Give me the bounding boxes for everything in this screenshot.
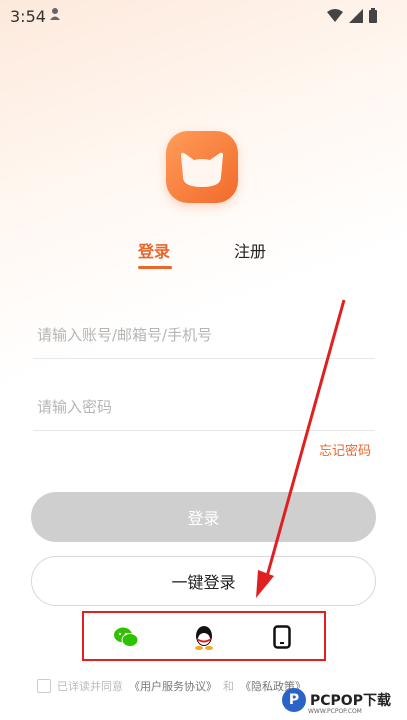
password-field bbox=[33, 384, 375, 431]
watermark-text: PCPOP下载 bbox=[310, 693, 391, 709]
social-login-box bbox=[82, 611, 326, 661]
tab-login-underline bbox=[138, 266, 172, 269]
agreement-prefix: 已详读并同意 bbox=[57, 680, 123, 693]
account-field bbox=[33, 312, 375, 359]
tab-login[interactable]: 登录 bbox=[138, 238, 170, 262]
wechat-icon[interactable] bbox=[112, 623, 140, 651]
battery-icon bbox=[369, 8, 377, 27]
agreement-row: 已详读并同意 《用户服务协议》 和 《隐私政策》 bbox=[37, 678, 306, 694]
status-icons bbox=[327, 8, 377, 27]
agree-checkbox[interactable] bbox=[37, 679, 51, 693]
phone-icon[interactable] bbox=[268, 623, 296, 651]
qq-icon[interactable] bbox=[190, 623, 218, 651]
password-input[interactable] bbox=[33, 384, 375, 430]
user-agreement-link[interactable]: 《用户服务协议》 bbox=[129, 678, 217, 694]
login-button[interactable]: 登录 bbox=[31, 492, 376, 542]
wifi-icon bbox=[327, 8, 343, 27]
status-time: 3:54 bbox=[10, 7, 46, 26]
tab-register[interactable]: 注册 bbox=[234, 238, 266, 262]
one-key-login-button[interactable]: 一键登录 bbox=[31, 556, 376, 606]
status-bar: 3:54 bbox=[0, 0, 407, 34]
signal-icon bbox=[349, 8, 363, 27]
forgot-password-link[interactable]: 忘记密码 bbox=[319, 440, 371, 459]
watermark-logo: P bbox=[282, 688, 306, 712]
watermark-sub: WWW.PCPOP.COM bbox=[308, 708, 362, 715]
agreement-and: 和 bbox=[223, 680, 234, 693]
notification-icon bbox=[48, 6, 62, 26]
app-logo bbox=[166, 131, 238, 203]
account-input[interactable] bbox=[33, 312, 375, 358]
